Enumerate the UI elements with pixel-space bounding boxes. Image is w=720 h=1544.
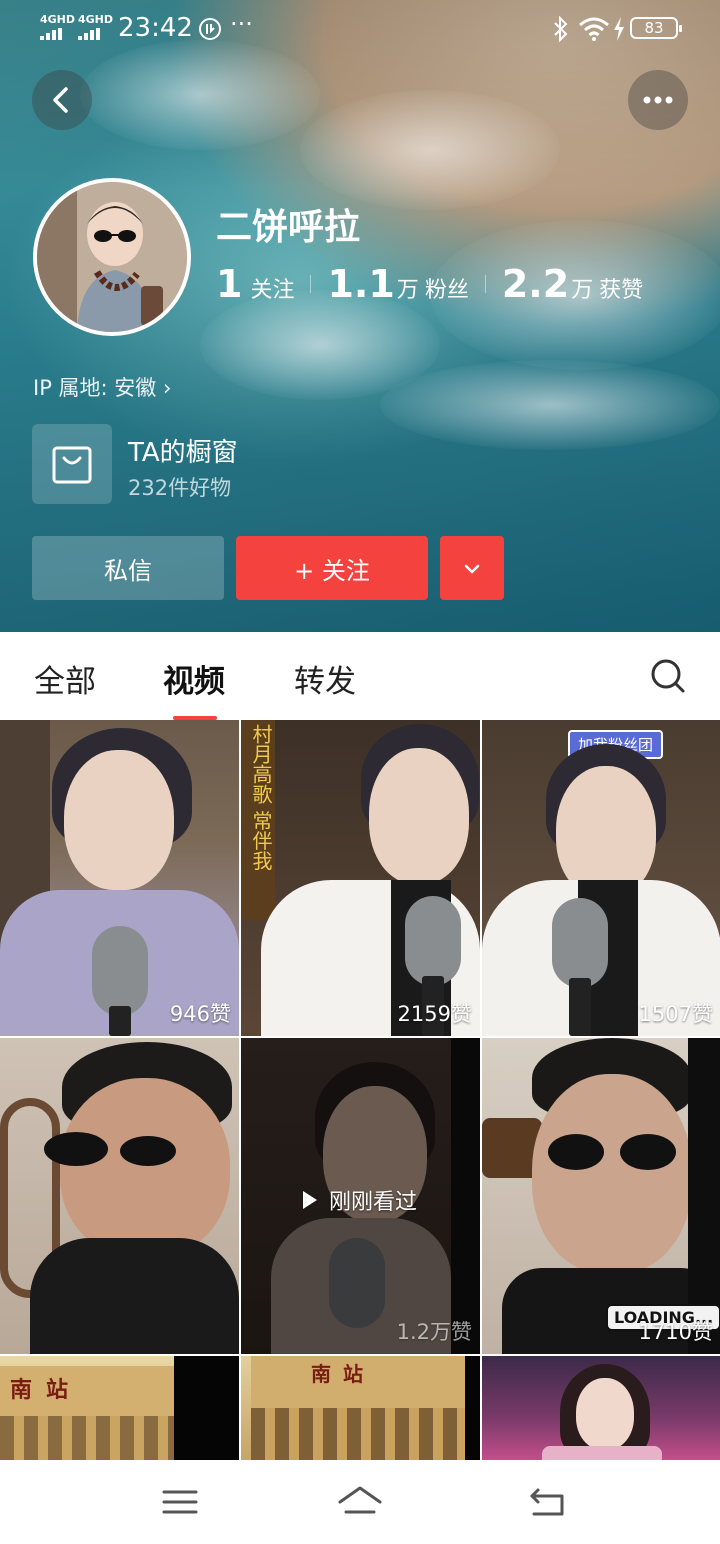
profile-header: 4GHD 4GHD 23:42 ··· 83 二饼呼拉 1 关注 1.1万 粉丝… <box>0 0 720 632</box>
stat-label: 获赞 <box>599 278 644 303</box>
microphone <box>552 898 608 988</box>
home-icon[interactable] <box>336 1484 384 1520</box>
username: 二饼呼拉 <box>216 207 361 248</box>
stat-divider <box>310 275 312 293</box>
content-tabs: 全部 视频 转发 <box>0 632 720 720</box>
stat-value: 1 <box>216 262 243 306</box>
microphone-handle <box>569 978 591 1036</box>
search-button[interactable] <box>648 656 688 696</box>
stat-value: 2.2 <box>501 262 570 306</box>
cellular-signal-icon: 4GHD <box>40 14 75 40</box>
face <box>556 766 656 898</box>
wave-foam <box>380 360 720 450</box>
avatar[interactable] <box>33 178 191 336</box>
cellular-signal-icon: 4GHD <box>78 14 113 40</box>
wifi-icon <box>579 17 609 41</box>
app-notification-icon <box>199 18 221 40</box>
wave-foam <box>300 90 560 210</box>
charging-icon <box>614 17 624 41</box>
microphone <box>405 896 461 986</box>
video-thumbnail[interactable]: 村月高歌 常伴我 2159赞 <box>241 720 480 1036</box>
stat-unit: 万 <box>571 278 594 303</box>
video-thumbnail[interactable] <box>482 1356 720 1460</box>
banner: 村月高歌 常伴我 <box>241 720 275 920</box>
stat-label: 关注 <box>250 278 295 303</box>
stat-followers[interactable]: 1.1万 粉丝 <box>327 262 468 306</box>
menu-icon[interactable] <box>162 1484 198 1520</box>
shop-button[interactable] <box>32 424 112 504</box>
face <box>369 748 469 884</box>
face <box>60 1078 230 1258</box>
battery-indicator: 83 <box>630 17 682 39</box>
status-bar: 4GHD 4GHD 23:42 ··· 83 <box>0 0 720 58</box>
chevron-down-icon <box>464 564 480 574</box>
tab-videos[interactable]: 视频 <box>163 656 225 701</box>
tab-all[interactable]: 全部 <box>34 656 96 701</box>
face <box>532 1074 692 1274</box>
recently-viewed-text: 刚刚看过 <box>329 1190 418 1215</box>
likes-count: 2159赞 <box>397 1002 472 1026</box>
dress <box>542 1446 662 1460</box>
network-type-label: 4GHD <box>40 13 76 26</box>
more-options-button[interactable] <box>628 70 688 130</box>
station-sign: 南站 <box>311 1362 375 1386</box>
stat-value: 1.1 <box>327 262 395 306</box>
bluetooth-icon <box>554 16 568 42</box>
likes-count: 946赞 <box>169 1002 231 1026</box>
video-thumbnail[interactable]: 946赞 <box>0 720 239 1036</box>
microphone <box>92 926 148 1016</box>
network-type-label: 4GHD <box>78 13 114 26</box>
video-thumbnail[interactable]: 刚刚看过 1.2万赞 <box>241 1038 480 1354</box>
system-navigation-bar <box>0 1460 720 1544</box>
video-thumbnail[interactable]: LOADING... 1710赞 <box>482 1038 720 1354</box>
likes-count: 1507赞 <box>638 1002 713 1026</box>
video-thumbnail[interactable] <box>0 1038 239 1354</box>
shop-subtitle: 232件好物 <box>128 476 232 500</box>
stat-likes[interactable]: 2.2万 获赞 <box>502 262 643 306</box>
more-dots-icon <box>643 96 673 104</box>
stat-divider <box>484 275 486 293</box>
ip-location-link[interactable]: IP 属地: 安徽 › <box>33 372 171 402</box>
banner-text: 村月高歌 常伴我 <box>249 724 273 871</box>
recently-viewed-label: 刚刚看过 <box>297 1184 417 1216</box>
side-bar <box>174 1356 239 1460</box>
sunglasses-lens <box>120 1136 176 1166</box>
sunglasses-lens <box>620 1134 676 1170</box>
likes-count: 1.2万赞 <box>396 1320 472 1344</box>
shop-title[interactable]: TA的橱窗 <box>128 432 238 469</box>
station-sign: 南站 <box>10 1378 83 1403</box>
more-notifications-indicator: ··· <box>230 10 253 38</box>
video-grid: 946赞 村月高歌 常伴我 2159赞 加我粉丝团 1507赞 <box>0 720 720 1460</box>
black-shirt <box>30 1238 239 1354</box>
shopping-bag-icon <box>52 446 92 484</box>
follow-options-button[interactable] <box>440 536 504 600</box>
side-bar <box>465 1356 480 1460</box>
clock: 23:42 <box>118 13 193 43</box>
face <box>576 1378 634 1450</box>
avatar-image <box>37 182 187 332</box>
tab-reposts[interactable]: 转发 <box>294 656 356 701</box>
profile-stats: 1 关注 1.1万 粉丝 2.2万 获赞 <box>216 262 643 306</box>
microphone-handle <box>109 1006 131 1036</box>
face <box>64 750 174 890</box>
back-button[interactable] <box>32 70 92 130</box>
video-thumbnail[interactable]: 南站 <box>241 1356 480 1460</box>
search-icon <box>651 659 685 693</box>
follow-button[interactable]: + 关注 <box>236 536 428 600</box>
stat-unit: 万 <box>396 278 419 303</box>
likes-count: 1710赞 <box>638 1320 713 1344</box>
return-icon[interactable] <box>528 1484 568 1520</box>
video-thumbnail[interactable]: 南站 <box>0 1356 239 1460</box>
sunglasses-lens <box>548 1134 604 1170</box>
stat-label: 粉丝 <box>424 278 469 303</box>
sunglasses-lens <box>44 1132 108 1166</box>
play-icon <box>303 1191 317 1209</box>
video-thumbnail[interactable]: 加我粉丝团 1507赞 <box>482 720 720 1036</box>
stat-following[interactable]: 1 关注 <box>216 262 294 306</box>
back-arrow-icon <box>53 87 68 113</box>
station-windows <box>251 1408 465 1460</box>
message-button[interactable]: 私信 <box>32 536 224 600</box>
station-windows <box>0 1416 174 1460</box>
